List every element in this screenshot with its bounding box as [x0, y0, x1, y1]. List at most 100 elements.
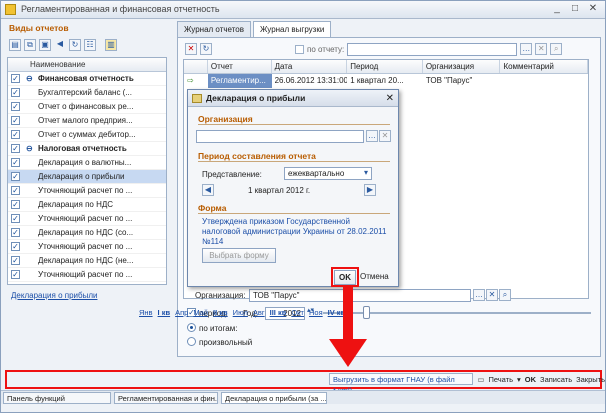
- row-checkbox[interactable]: ✓: [11, 116, 20, 125]
- row-checkbox[interactable]: ✓: [11, 242, 20, 251]
- row-checkbox[interactable]: ✓: [11, 130, 20, 139]
- list-item[interactable]: ✓ Декларация по НДС (не...: [8, 254, 166, 268]
- refresh-icon[interactable]: ↻: [200, 43, 212, 55]
- list-item[interactable]: ✓ Декларация по НДС: [8, 198, 166, 212]
- triangle-left-icon[interactable]: ◀: [54, 39, 66, 51]
- refresh-icon[interactable]: ↻: [69, 39, 81, 51]
- task-functions-panel[interactable]: Панель функций: [3, 392, 111, 404]
- dialog-close-button[interactable]: ✕: [386, 90, 394, 107]
- export-xml-button[interactable]: Выгрузить в формат ГНАУ (в файл *.xml): [329, 373, 474, 395]
- period-link[interactable]: Янв: [139, 308, 153, 317]
- row-checkbox[interactable]: ✓: [11, 228, 20, 237]
- col-period[interactable]: Период: [347, 60, 423, 73]
- period-link[interactable]: Май: [193, 308, 208, 317]
- period-link[interactable]: Авг: [253, 308, 265, 317]
- collapse-icon[interactable]: ⊖: [26, 142, 33, 155]
- list-item-label: Отчет о финансовых ре...: [38, 102, 134, 111]
- maximize-button[interactable]: □: [567, 3, 583, 16]
- choose-form-button[interactable]: Выбрать форму: [202, 248, 276, 263]
- list-item[interactable]: ✓ Отчет о суммах дебитор...: [8, 128, 166, 142]
- print-button[interactable]: Печать: [488, 375, 513, 384]
- search-icon[interactable]: ⌕: [550, 43, 563, 55]
- presentation-select[interactable]: ежеквартально: [284, 167, 372, 180]
- row-checkbox[interactable]: ✓: [11, 88, 20, 97]
- tab-export-journal[interactable]: Журнал выгрузки: [252, 21, 332, 37]
- arbitrary-radio[interactable]: [187, 337, 196, 346]
- dialog-org-field[interactable]: [196, 130, 364, 143]
- list-item[interactable]: ✓ Уточняющий расчет по ...: [8, 212, 166, 226]
- list-item[interactable]: ✓ Уточняющий расчет по ...: [8, 268, 166, 282]
- period-link[interactable]: I кв: [158, 308, 171, 317]
- period-link[interactable]: III кв: [270, 308, 287, 317]
- by-totals-radio[interactable]: [187, 323, 196, 332]
- save-button[interactable]: Записать: [540, 375, 572, 384]
- row-checkbox[interactable]: ✓: [11, 200, 20, 209]
- ellipsis-icon[interactable]: …: [520, 43, 533, 55]
- ellipsis-icon[interactable]: …: [473, 289, 485, 301]
- period-link[interactable]: Ноя: [309, 308, 323, 317]
- cancel-button[interactable]: Отмена: [360, 272, 389, 281]
- list-item[interactable]: ✓ ⊖ Финансовая отчетность: [8, 72, 166, 86]
- row-checkbox[interactable]: ✓: [11, 158, 20, 167]
- list-item-label: Декларация по НДС (со...: [38, 228, 134, 237]
- period-link[interactable]: Апр: [175, 308, 188, 317]
- close-button[interactable]: Закрыть: [576, 375, 605, 384]
- next-period-button[interactable]: ▶: [364, 184, 376, 196]
- dialog-title: Декларация о прибыли ✕: [188, 90, 398, 107]
- close-window-button[interactable]: ✕: [585, 3, 601, 16]
- print-dropdown-icon[interactable]: ▾: [517, 375, 521, 384]
- settings-icon[interactable]: ▥: [105, 39, 117, 51]
- delete-icon[interactable]: ✕: [185, 43, 197, 55]
- list-item-label: Уточняющий расчет по ...: [38, 270, 133, 279]
- title-bar: Регламентированная и финансовая отчетнос…: [1, 1, 605, 19]
- row-checkbox[interactable]: ✓: [11, 270, 20, 279]
- clear-icon[interactable]: ✕: [379, 130, 391, 142]
- list-item[interactable]: ✓ Декларация о прибыли: [8, 170, 166, 184]
- layers-icon[interactable]: ▣: [39, 39, 51, 51]
- chevron-down-icon[interactable]: ▾: [360, 168, 372, 180]
- tab-reports-journal[interactable]: Журнал отчетов: [177, 21, 251, 37]
- period-link[interactable]: II кв: [213, 308, 228, 317]
- list-item[interactable]: ✓ Отчет о финансовых ре...: [8, 100, 166, 114]
- col-report[interactable]: Отчет: [208, 60, 272, 73]
- task-profit-declaration[interactable]: Декларация о прибыли (за ...: [221, 392, 327, 404]
- filter-field[interactable]: [347, 42, 518, 56]
- row-checkbox[interactable]: ✓: [11, 214, 20, 223]
- col-organization[interactable]: Организация: [423, 60, 501, 73]
- row-checkbox[interactable]: ✓: [11, 172, 20, 181]
- clear-icon[interactable]: ✕: [535, 43, 548, 55]
- prev-period-button[interactable]: ◀: [202, 184, 214, 196]
- selected-report-link[interactable]: Декларация о прибыли: [11, 291, 97, 300]
- tree-icon[interactable]: ☷: [84, 39, 96, 51]
- list-item[interactable]: ✓ Уточняющий расчет по ...: [8, 240, 166, 254]
- clear-icon[interactable]: ✕: [486, 289, 498, 301]
- list-item[interactable]: ✓ Отчет малого предприя...: [8, 114, 166, 128]
- row-checkbox[interactable]: ✓: [11, 144, 20, 153]
- collapse-icon[interactable]: ⊖: [26, 72, 33, 85]
- search-icon[interactable]: ⌕: [499, 289, 511, 301]
- printer-icon: ▭: [477, 374, 485, 384]
- row-checkbox[interactable]: ✓: [11, 102, 20, 111]
- minimize-button[interactable]: _: [549, 3, 565, 16]
- table-row[interactable]: ⇨ Регламентир... 26.06.2012 13:31:00 1 к…: [184, 74, 588, 88]
- list-item[interactable]: ✓ Бухгалтерский баланс (...: [8, 86, 166, 100]
- copy-icon[interactable]: ⧉: [24, 39, 36, 51]
- row-checkbox[interactable]: ✓: [11, 186, 20, 195]
- row-checkbox[interactable]: ✓: [11, 74, 20, 83]
- by-totals-label: по итогам:: [199, 324, 238, 333]
- task-reporting[interactable]: Регламентированная и фин...: [114, 392, 218, 404]
- folder-icon[interactable]: ▤: [9, 39, 21, 51]
- report-tree: Наименование ✓ ⊖ Финансовая отчетность ✓ Бух…: [7, 57, 167, 285]
- list-item[interactable]: ✓ ⊖ Налоговая отчетность: [8, 142, 166, 156]
- row-checkbox[interactable]: ✓: [11, 256, 20, 265]
- period-link[interactable]: Июл: [233, 308, 248, 317]
- col-comment[interactable]: Комментарий: [500, 60, 588, 73]
- filter-checkbox[interactable]: [295, 44, 304, 54]
- cmd-ok-button[interactable]: OK: [525, 375, 536, 384]
- col-date[interactable]: Дата: [272, 60, 348, 73]
- ellipsis-icon[interactable]: …: [366, 130, 378, 142]
- period-link[interactable]: Окт: [291, 308, 304, 317]
- list-item[interactable]: ✓ Декларация по НДС (со...: [8, 226, 166, 240]
- list-item[interactable]: ✓ Уточняющий расчет по ...: [8, 184, 166, 198]
- list-item[interactable]: ✓ Декларация о валютны...: [8, 156, 166, 170]
